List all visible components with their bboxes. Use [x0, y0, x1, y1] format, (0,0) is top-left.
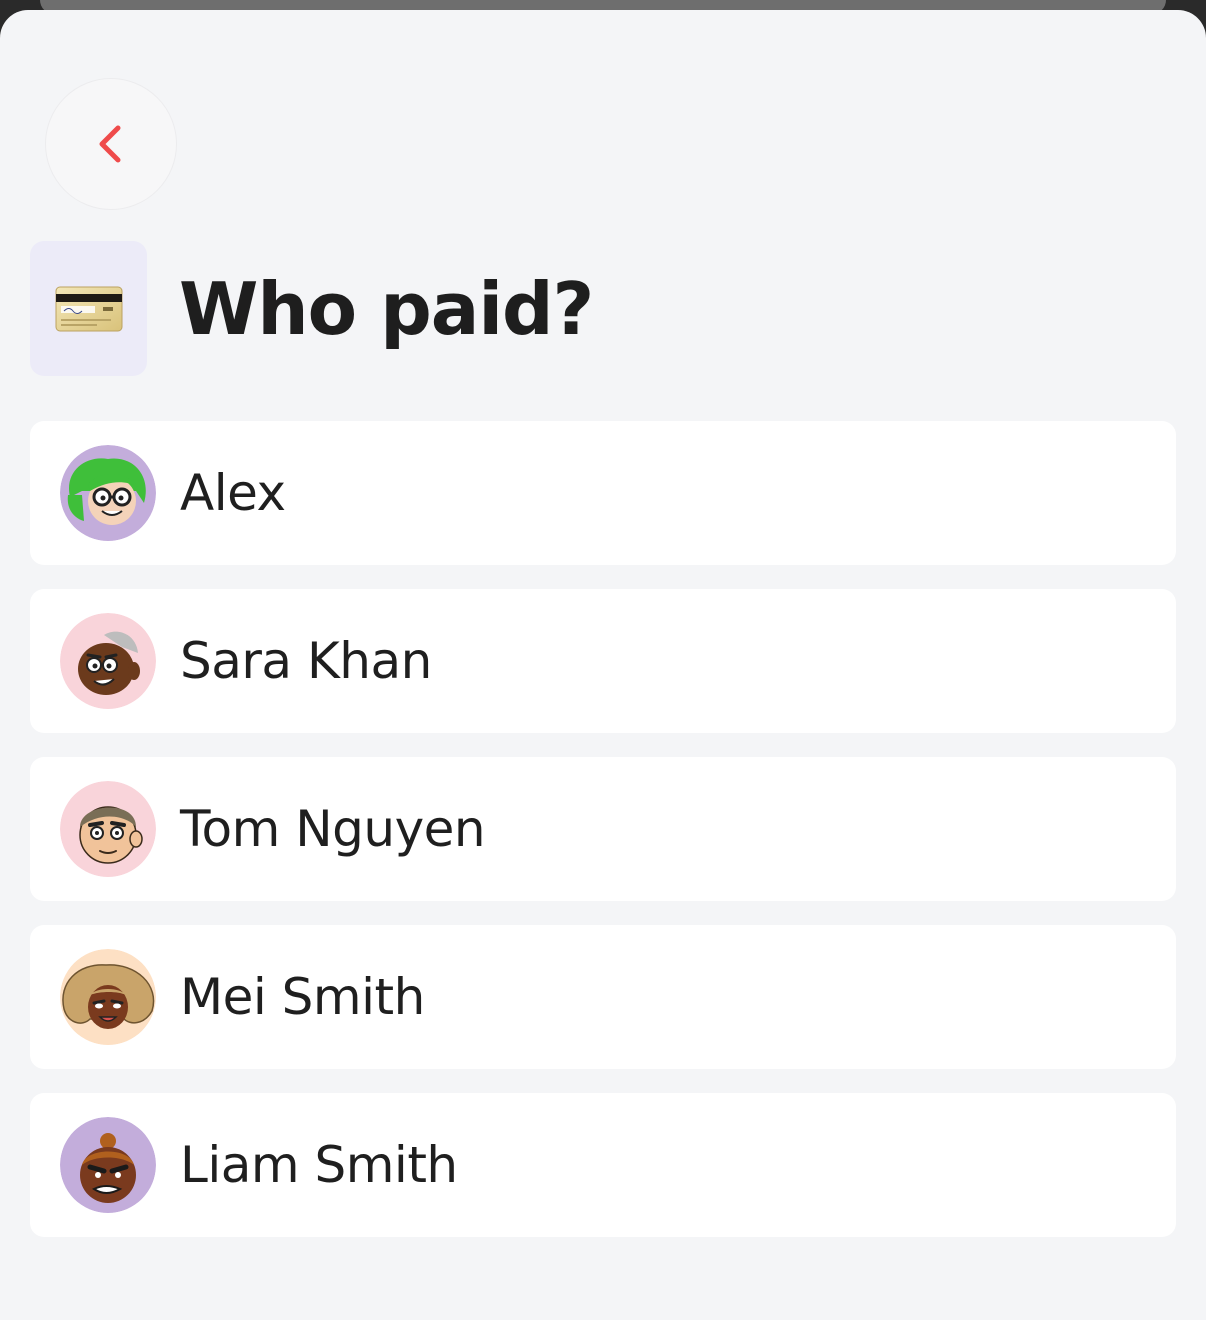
who-paid-sheet: Who paid? Alex Sara Khan Tom Nguyen Mei …: [0, 10, 1206, 1320]
avatar-tom-nguyen-icon: [60, 781, 156, 877]
payer-name: Sara Khan: [180, 632, 432, 690]
avatar: [60, 949, 156, 1045]
payer-row-alex[interactable]: Alex: [30, 421, 1176, 565]
credit-card-icon: [55, 286, 122, 331]
avatar-sara-khan-icon: [60, 613, 156, 709]
payer-list: Alex Sara Khan Tom Nguyen Mei Smith Liam…: [30, 421, 1176, 1261]
payer-name: Liam Smith: [180, 1136, 458, 1194]
payer-name: Mei Smith: [180, 968, 425, 1026]
avatar: [60, 781, 156, 877]
avatar: [60, 445, 156, 541]
payer-row-tom-nguyen[interactable]: Tom Nguyen: [30, 757, 1176, 901]
avatar: [60, 613, 156, 709]
payer-row-liam-smith[interactable]: Liam Smith: [30, 1093, 1176, 1237]
payer-row-sara-khan[interactable]: Sara Khan: [30, 589, 1176, 733]
page-header: Who paid?: [30, 241, 594, 376]
avatar-mei-smith-icon: [60, 949, 156, 1045]
payer-name: Tom Nguyen: [180, 800, 486, 858]
avatar-alex-icon: [60, 445, 156, 541]
payer-row-mei-smith[interactable]: Mei Smith: [30, 925, 1176, 1069]
credit-card-tile: [30, 241, 147, 376]
avatar: [60, 1117, 156, 1213]
page-title: Who paid?: [179, 266, 594, 351]
chevron-left-icon: [99, 125, 121, 163]
back-button[interactable]: [45, 78, 177, 210]
payer-name: Alex: [180, 464, 286, 522]
avatar-liam-smith-icon: [60, 1117, 156, 1213]
